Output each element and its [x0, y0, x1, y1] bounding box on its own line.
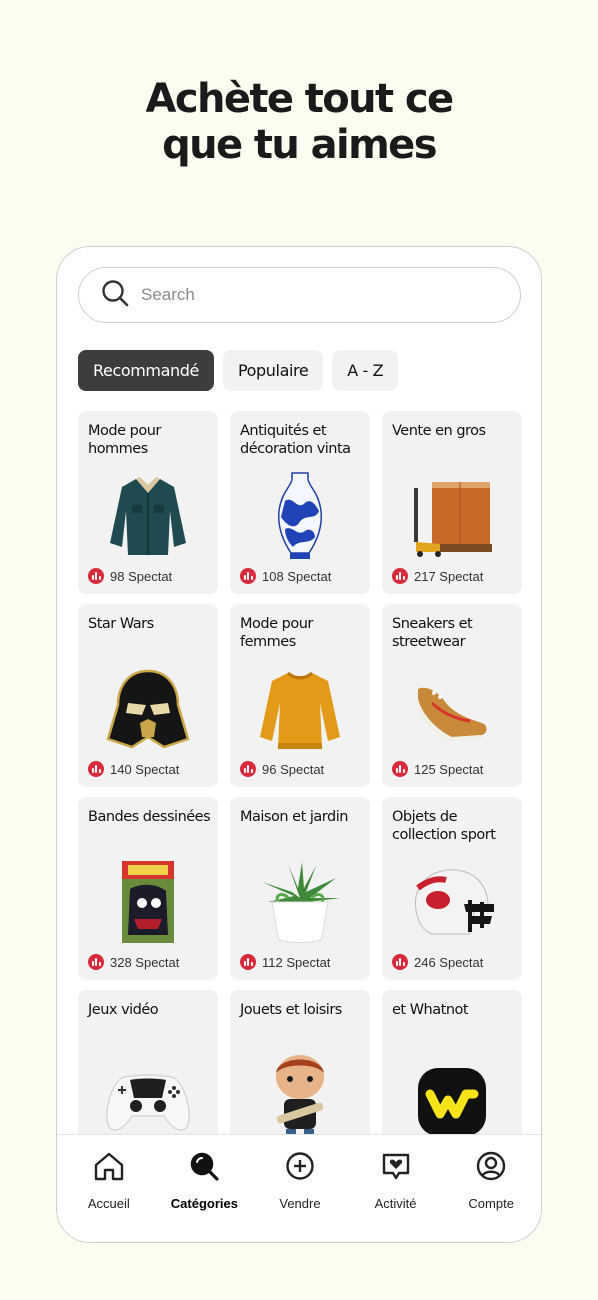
- category-title: Vente en gros: [392, 423, 486, 439]
- category-title: Star Wars: [88, 616, 154, 632]
- category-title: Objets de collection sport: [392, 809, 496, 843]
- category-grid: Mode pour hommes 98 Spectat Antiquités e…: [78, 411, 522, 1173]
- category-card-star-wars[interactable]: Star Wars 140 Spectat: [78, 604, 218, 787]
- nav-label: Catégories: [170, 1196, 238, 1211]
- viewer-count: 112 Spectat: [240, 954, 330, 970]
- category-card-maison-jardin[interactable]: Maison et jardin 112 Spectat: [230, 797, 370, 980]
- search-icon: [101, 279, 129, 312]
- headline-line-1: Achète tout ce: [145, 76, 454, 122]
- nav-vendre[interactable]: Vendre: [254, 1149, 346, 1242]
- category-card-collection-sport[interactable]: Objets de collection sport 246 Spectat: [382, 797, 522, 980]
- search-input[interactable]: [141, 285, 481, 305]
- tab-a-z[interactable]: A - Z: [332, 350, 399, 391]
- tab-recommande[interactable]: Recommandé: [78, 350, 214, 391]
- sort-tabs: Recommandé Populaire A - Z: [78, 350, 399, 391]
- viewer-count: 246 Spectat: [392, 954, 483, 970]
- category-title: Jouets et loisirs: [240, 1002, 342, 1018]
- sneaker-image: [382, 659, 522, 759]
- account-icon: [474, 1149, 508, 1188]
- category-title: Bandes dessinées: [88, 809, 211, 825]
- category-card-sneakers[interactable]: Sneakers et streetwear 125 Spectat: [382, 604, 522, 787]
- category-card-mode-hommes[interactable]: Mode pour hommes 98 Spectat: [78, 411, 218, 594]
- pallet-crate-image: [382, 466, 522, 566]
- live-icon: [392, 568, 408, 584]
- plus-circle-icon: [283, 1149, 317, 1188]
- nav-label: Accueil: [87, 1196, 130, 1211]
- category-card-mode-femmes[interactable]: Mode pour femmes 96 Spectat: [230, 604, 370, 787]
- vinyl-figure-image: [230, 1046, 370, 1146]
- viewer-count-text: 96 Spectat: [262, 761, 325, 777]
- live-icon: [240, 761, 256, 777]
- live-icon: [392, 954, 408, 970]
- viewer-count: 108 Spectat: [240, 568, 331, 584]
- category-title: Mode pour hommes: [88, 423, 161, 457]
- bottom-nav: Accueil Catégories Vendre Activité Compt…: [57, 1134, 541, 1242]
- viewer-count-text: 217 Spectat: [414, 568, 484, 584]
- yellow-sweater-image: [230, 659, 370, 759]
- blue-vase-image: [230, 466, 370, 566]
- viewer-count-text: 125 Spectat: [414, 761, 484, 777]
- denim-jacket-image: [78, 466, 218, 566]
- category-title: Antiquités et décoration vinta: [240, 423, 351, 457]
- category-title: Sneakers et streetwear: [392, 616, 473, 650]
- darth-vader-image: [78, 659, 218, 759]
- nav-label: Vendre: [279, 1196, 321, 1211]
- tab-populaire[interactable]: Populaire: [222, 350, 324, 391]
- viewer-count: 125 Spectat: [392, 761, 483, 777]
- live-icon: [88, 568, 104, 584]
- nav-label: Activité: [374, 1196, 417, 1211]
- nav-accueil[interactable]: Accueil: [63, 1149, 155, 1242]
- category-card-vente-en-gros[interactable]: Vente en gros 217 Spectat: [382, 411, 522, 594]
- category-card-antiquites[interactable]: Antiquités et décoration vinta 108 Spect…: [230, 411, 370, 594]
- live-icon: [240, 954, 256, 970]
- viewer-count: 217 Spectat: [392, 568, 483, 584]
- live-icon: [88, 761, 104, 777]
- viewer-count-text: 108 Spectat: [262, 568, 332, 584]
- football-helmet-image: [382, 852, 522, 952]
- viewer-count: 328 Spectat: [88, 954, 179, 970]
- live-icon: [392, 761, 408, 777]
- viewer-count: 96 Spectat: [240, 761, 324, 777]
- viewer-count-text: 98 Spectat: [110, 568, 173, 584]
- viewer-count-text: 246 Spectat: [414, 954, 484, 970]
- phone-frame: Recommandé Populaire A - Z Mode pour hom…: [56, 246, 542, 1243]
- viewer-count-text: 328 Spectat: [110, 954, 180, 970]
- search-icon: [187, 1149, 221, 1188]
- viewer-count-text: 140 Spectat: [110, 761, 180, 777]
- live-icon: [88, 954, 104, 970]
- nav-compte[interactable]: Compte: [445, 1149, 537, 1242]
- viewer-count-text: 112 Spectat: [262, 954, 331, 970]
- category-title: Maison et jardin: [240, 809, 348, 825]
- nav-activite[interactable]: Activité: [350, 1149, 442, 1242]
- succulent-image: [230, 852, 370, 952]
- search-bar[interactable]: [78, 267, 521, 323]
- category-title: et Whatnot: [392, 1002, 469, 1018]
- viewer-count: 140 Spectat: [88, 761, 179, 777]
- viewer-count: 98 Spectat: [88, 568, 172, 584]
- spiderman-comic-image: [78, 852, 218, 952]
- headline-line-2: que tu aimes: [162, 122, 437, 168]
- home-icon: [92, 1149, 126, 1188]
- category-title: Mode pour femmes: [240, 616, 313, 650]
- heart-message-icon: [379, 1149, 413, 1188]
- nav-label: Compte: [468, 1196, 514, 1211]
- headline: Achète tout ce que tu aimes: [0, 76, 598, 168]
- live-icon: [240, 568, 256, 584]
- nav-categories[interactable]: Catégories: [158, 1149, 250, 1242]
- category-title: Jeux vidéo: [88, 1002, 159, 1018]
- category-card-bandes-dessinees[interactable]: Bandes dessinées 328 Spectat: [78, 797, 218, 980]
